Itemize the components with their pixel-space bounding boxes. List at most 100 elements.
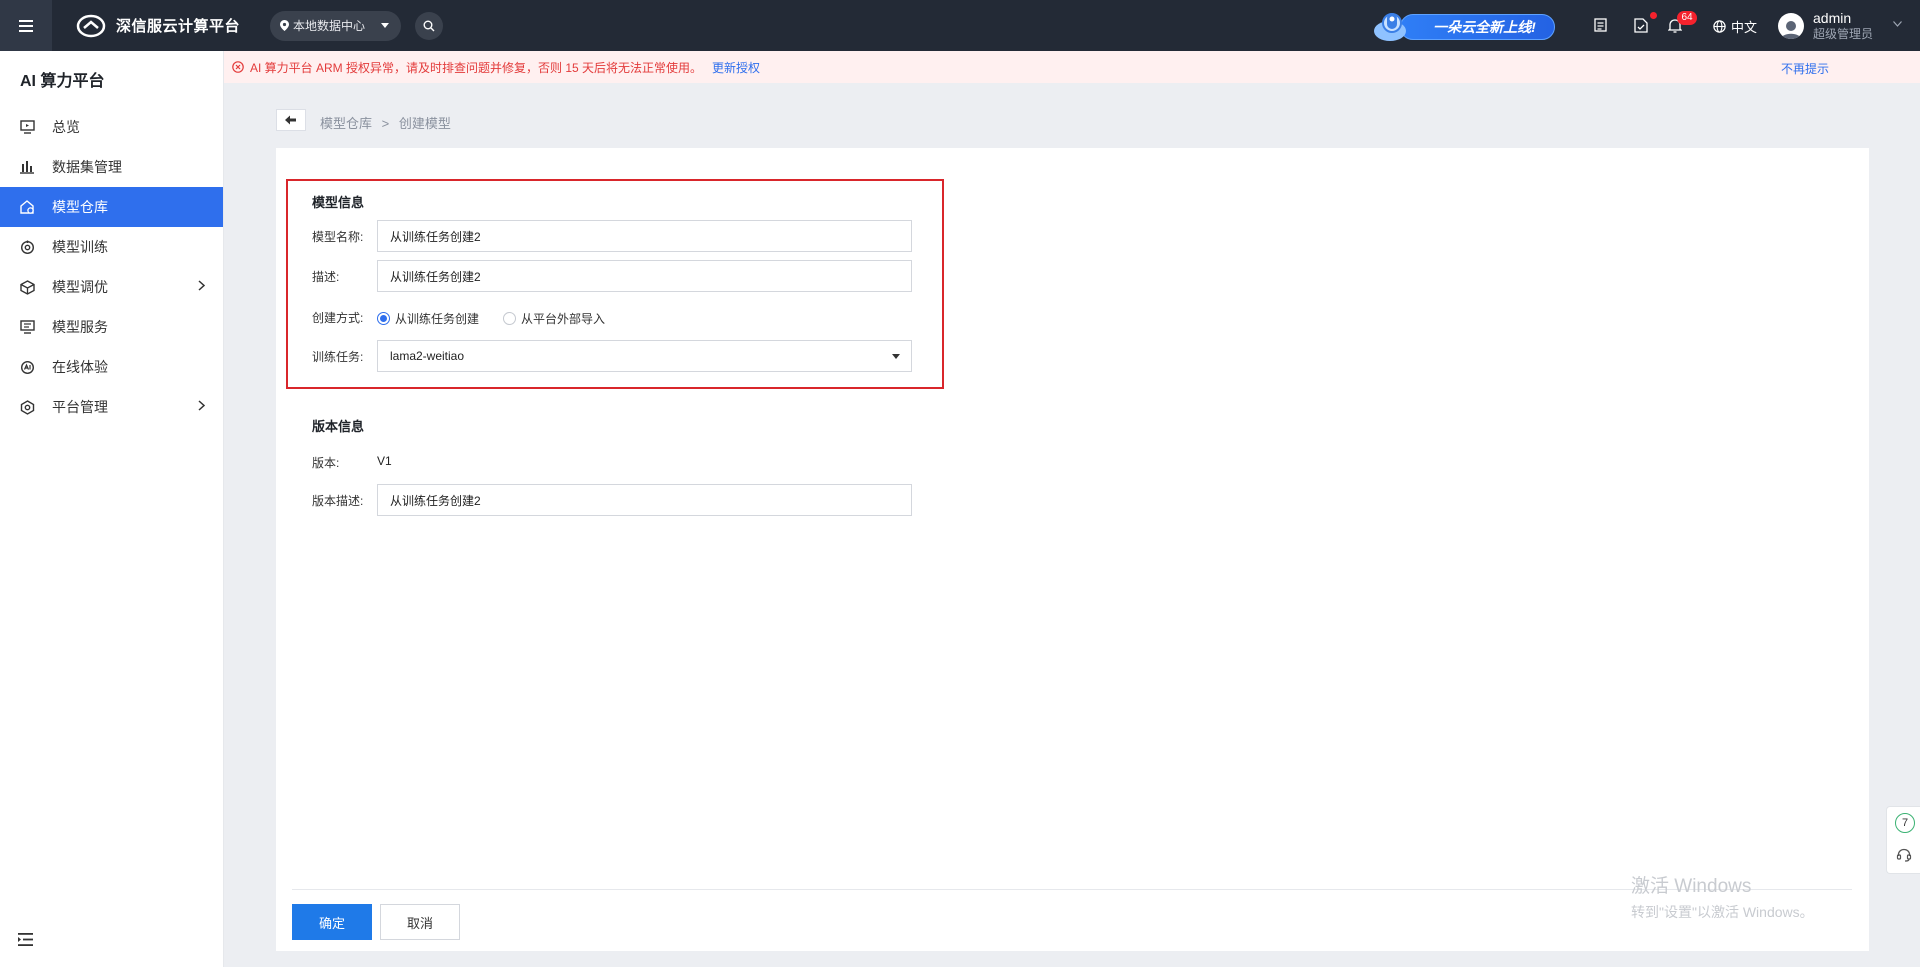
promo-label: 一朵云全新上线! — [1400, 14, 1555, 40]
location-pin-icon — [280, 20, 290, 31]
radio-from-training[interactable]: 从训练任务创建 — [377, 310, 479, 327]
breadcrumb-parent[interactable]: 模型仓库 — [320, 116, 372, 131]
caret-down-icon — [381, 23, 390, 28]
back-button[interactable] — [276, 109, 306, 131]
training-task-label: 训练任务: — [312, 350, 364, 364]
training-task-select[interactable]: lama2-weitiao — [377, 340, 912, 372]
sidebar-item-datasets[interactable]: 数据集管理 — [0, 147, 223, 187]
hamburger-icon — [19, 19, 33, 32]
alert-message: AI 算力平台 ARM 授权异常，请及时排查问题并修复，否则 15 天后将无法正… — [250, 60, 703, 75]
model-name-value: 从训练任务创建2 — [390, 229, 481, 244]
search-icon — [423, 20, 435, 31]
sidebar-item-label: 模型训练 — [52, 239, 108, 255]
language-switch[interactable]: 中文 — [1713, 17, 1757, 36]
model-info-title: 模型信息 — [312, 195, 365, 210]
brand-logo[interactable]: 深信服云计算平台 — [76, 14, 240, 38]
footer-divider — [292, 889, 1852, 890]
sidebar-item-experience[interactable]: 在线体验 — [0, 347, 223, 387]
cloud-rocket-icon — [1374, 13, 1406, 41]
confirm-button[interactable]: 确定 — [292, 904, 372, 940]
radio-label: 从训练任务创建 — [395, 312, 480, 326]
version-value: V1 — [377, 454, 392, 468]
sidebar-item-label: 模型仓库 — [52, 199, 108, 215]
version-desc-value: 从训练任务创建2 — [390, 493, 481, 508]
radio-circle-checked — [377, 312, 390, 325]
sidebar-item-service[interactable]: 模型服务 — [0, 307, 223, 347]
version-info-title: 版本信息 — [312, 419, 365, 434]
sidebar-item-label: 模型调优 — [52, 279, 108, 295]
experience-icon — [19, 359, 35, 375]
breadcrumb-current: 创建模型 — [398, 116, 451, 131]
sidebar-item-label: 总览 — [52, 119, 80, 135]
watermark-subtitle: 转到"设置"以激活 Windows。 — [1631, 904, 1814, 920]
global-search-button[interactable] — [415, 11, 444, 40]
datacenter-label: 本地数据中心 — [293, 19, 366, 33]
sidebar-item-model-repo[interactable]: 模型仓库 — [0, 187, 223, 227]
caret-down-icon — [892, 354, 900, 359]
datacenter-select[interactable]: 本地数据中心 — [270, 10, 402, 41]
sidebar-item-overview[interactable]: 总览 — [0, 107, 223, 147]
chevron-right-icon — [198, 280, 205, 291]
sidebar-item-label: 模型服务 — [52, 319, 108, 335]
training-task-value: lama2-weitiao — [390, 349, 465, 363]
user-menu[interactable]: admin 超级管理员 — [1778, 10, 1902, 42]
dismiss-alert-link[interactable]: 不再提示 — [1781, 60, 1829, 77]
windows-activation-watermark: 激活 Windows 转到"设置"以激活 Windows。 — [1631, 871, 1814, 922]
hamburger-menu-button[interactable] — [0, 0, 52, 51]
renew-license-link[interactable]: 更新授权 — [712, 59, 760, 76]
task-file-icon — [1634, 17, 1648, 33]
promo-banner[interactable]: 一朵云全新上线! — [1370, 9, 1556, 43]
description-label: 描述: — [312, 270, 340, 284]
settings-hex-icon — [19, 399, 35, 415]
sidebar: AI 算力平台 总览 数据集管理 模型仓库 模型训练 模型调优 模型服务 在线体… — [0, 51, 224, 967]
language-label: 中文 — [1731, 20, 1758, 35]
sidebar-item-tuning[interactable]: 模型调优 — [0, 267, 223, 307]
menu-fold-icon — [18, 933, 33, 946]
description-value: 从训练任务创建2 — [390, 269, 481, 284]
arrow-left-icon — [285, 115, 296, 125]
watermark-title: 激活 Windows — [1631, 876, 1752, 897]
chevron-down-icon — [1893, 21, 1902, 27]
version-desc-input[interactable]: 从训练任务创建2 — [377, 484, 912, 516]
chevron-right-icon — [198, 400, 205, 411]
headset-support-icon[interactable] — [1896, 847, 1912, 863]
globe-icon — [1713, 20, 1726, 33]
user-name: admin — [1813, 10, 1852, 26]
avatar — [1778, 13, 1804, 39]
notification-count-badge: 64 — [1677, 11, 1697, 25]
breadcrumb-separator: > — [381, 116, 390, 131]
radio-circle — [503, 312, 516, 325]
monitor-icon — [19, 119, 35, 135]
sidebar-title: AI 算力平台 — [20, 73, 105, 90]
sangfor-logo-icon — [76, 14, 106, 37]
tasks-badge-dot — [1650, 12, 1657, 19]
floating-toolbar: 7 — [1886, 806, 1920, 874]
floating-count-button[interactable]: 7 — [1895, 813, 1915, 833]
model-repo-icon — [19, 199, 35, 215]
model-name-input[interactable]: 从训练任务创建2 — [377, 220, 912, 252]
cancel-button[interactable]: 取消 — [380, 904, 460, 940]
license-alert: AI 算力平台 ARM 授权异常，请及时排查问题并修复，否则 15 天后将无法正… — [224, 51, 1920, 83]
sidebar-item-platform[interactable]: 平台管理 — [0, 387, 223, 427]
radio-label: 从平台外部导入 — [521, 312, 606, 326]
brand-name: 深信服云计算平台 — [116, 18, 241, 35]
radio-external-import[interactable]: 从平台外部导入 — [503, 310, 605, 327]
version-label: 版本: — [312, 456, 340, 470]
bar-chart-icon — [19, 159, 35, 175]
create-method-label: 创建方式: — [312, 311, 364, 325]
breadcrumb: 模型仓库 > 创建模型 — [320, 113, 451, 132]
description-input[interactable]: 从训练任务创建2 — [377, 260, 912, 292]
document-list-icon — [1593, 18, 1607, 32]
sidebar-item-label: 数据集管理 — [52, 159, 122, 175]
training-icon — [19, 239, 35, 255]
sidebar-item-label: 在线体验 — [52, 359, 108, 375]
error-circle-icon — [232, 61, 244, 73]
version-desc-label: 版本描述: — [312, 494, 364, 508]
sidebar-item-label: 平台管理 — [52, 399, 108, 415]
sidebar-collapse-button[interactable] — [18, 933, 33, 949]
tasks-button[interactable] — [1631, 15, 1651, 35]
user-role: 超级管理员 — [1813, 27, 1874, 41]
docs-button[interactable] — [1590, 15, 1610, 35]
service-icon — [19, 319, 35, 335]
sidebar-item-training[interactable]: 模型训练 — [0, 227, 223, 267]
